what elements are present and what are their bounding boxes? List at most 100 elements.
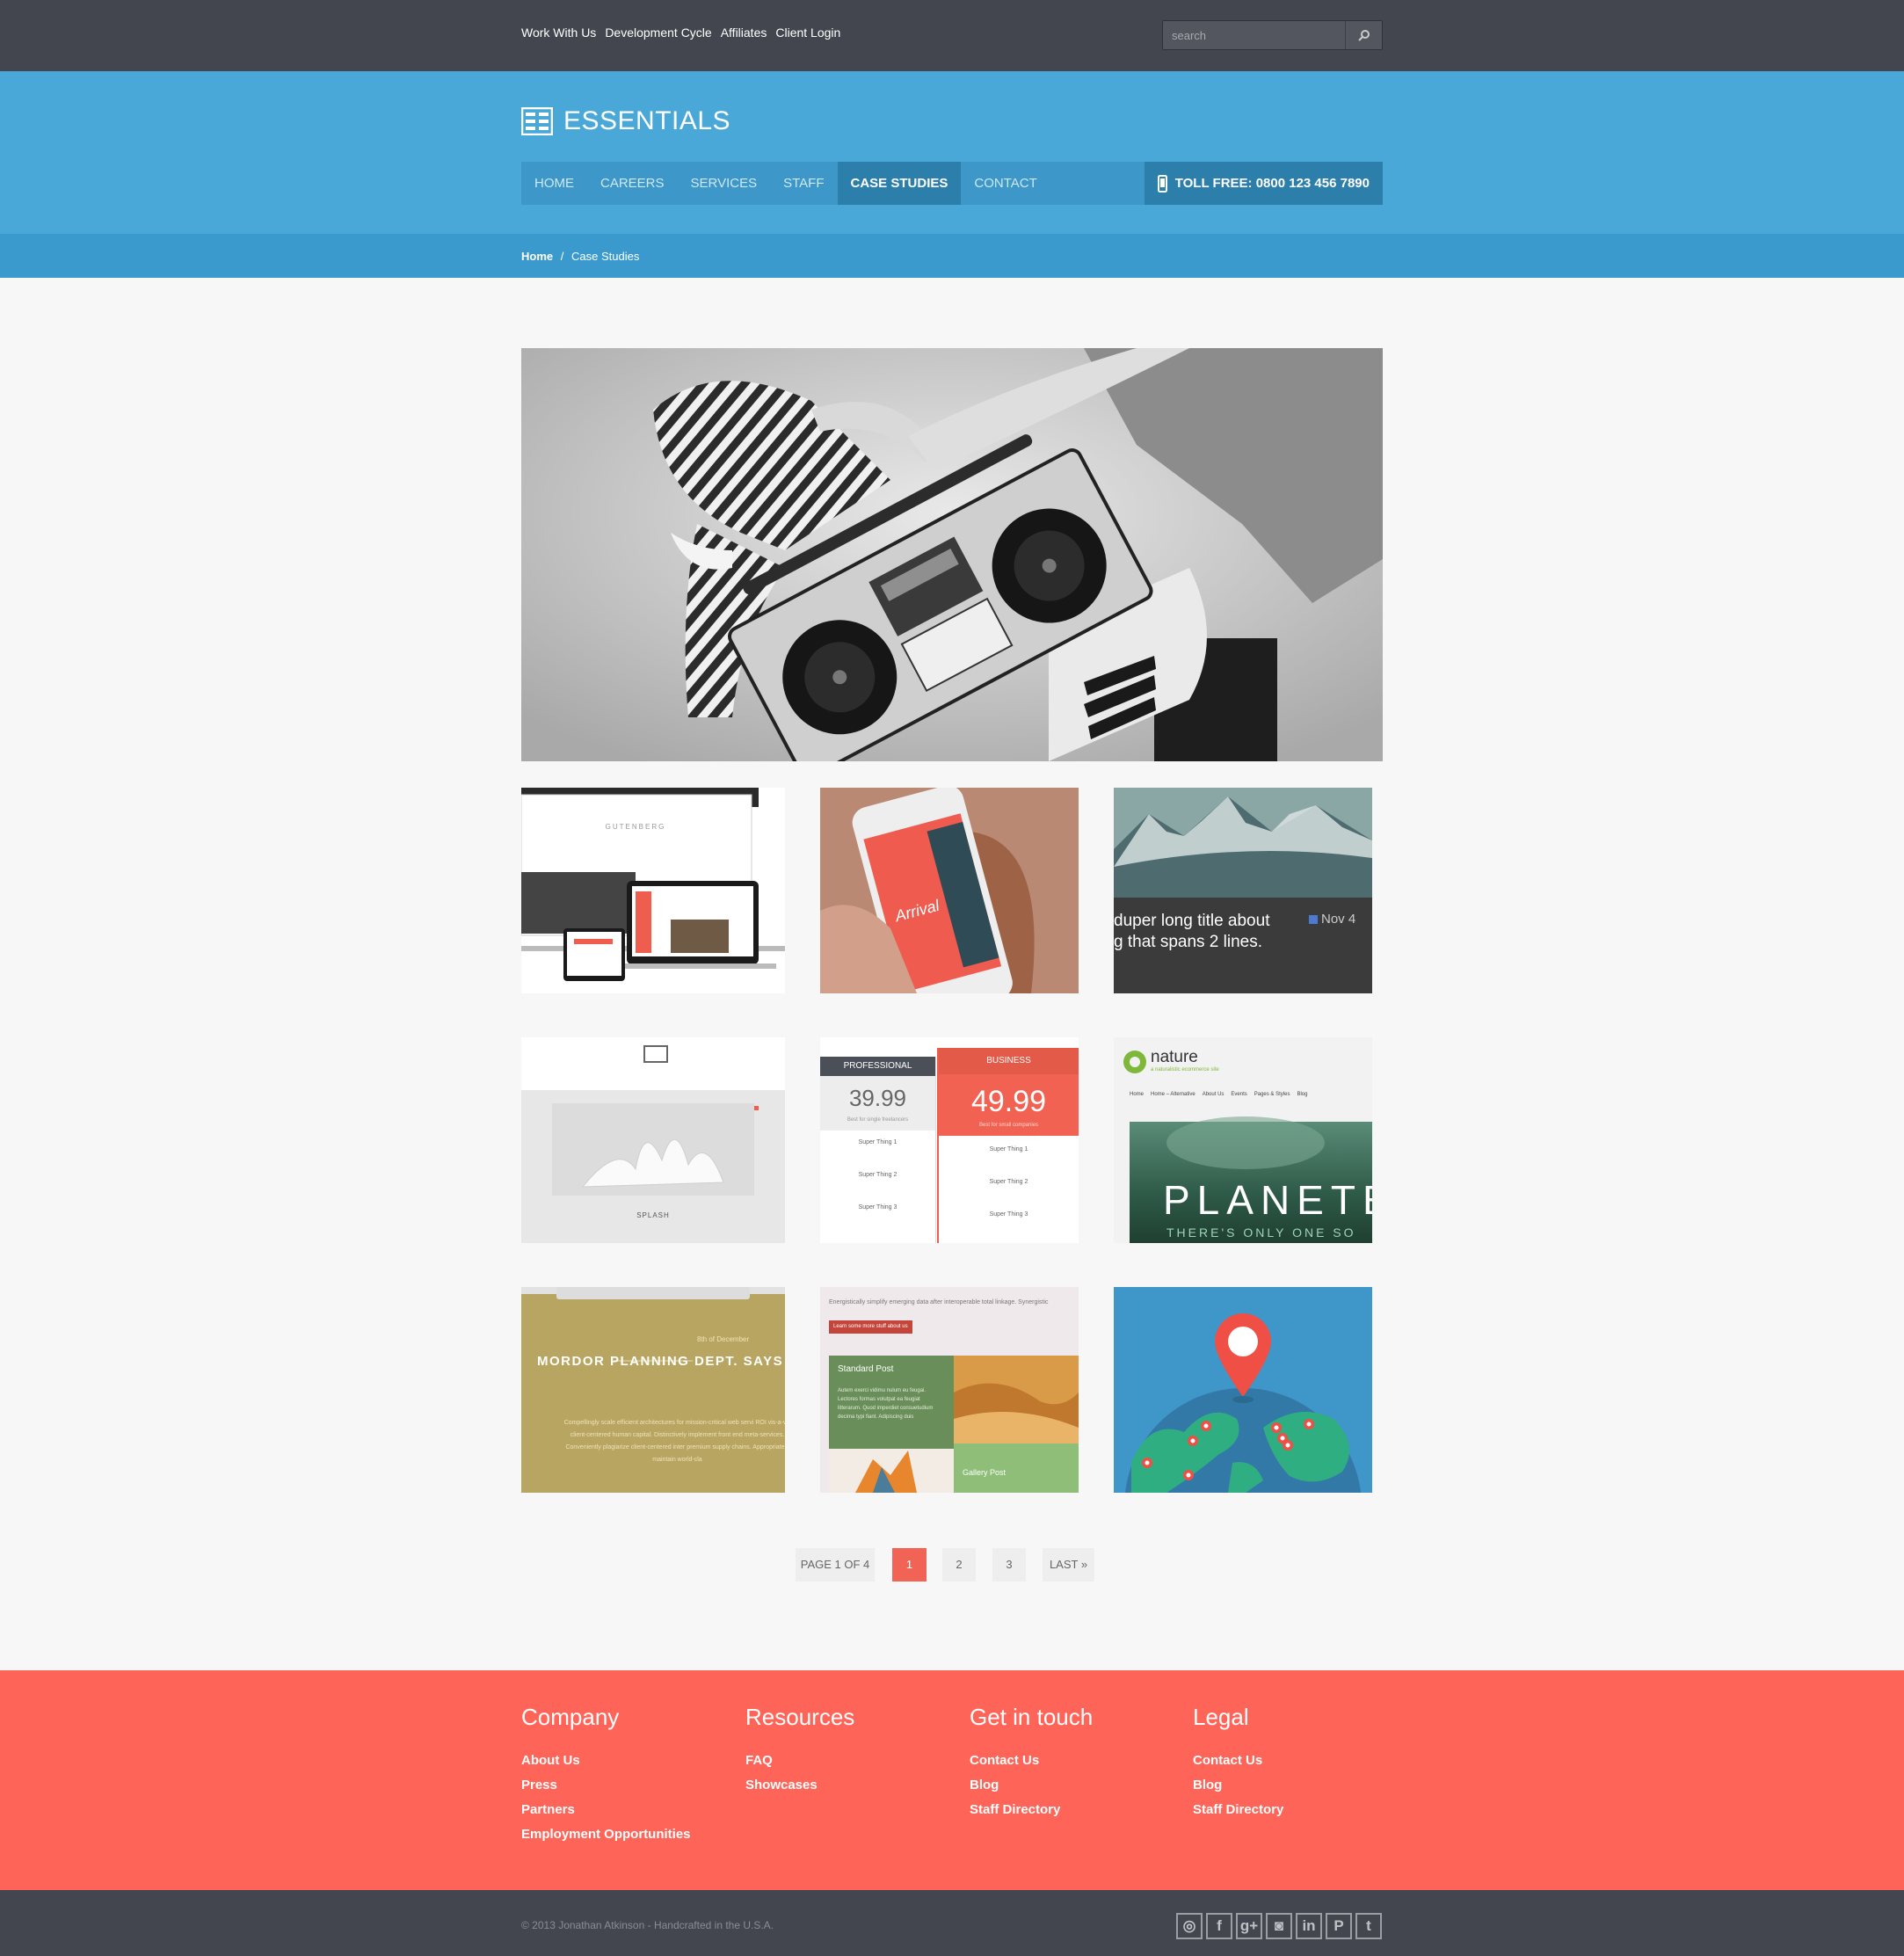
- breadcrumb-separator: /: [560, 250, 564, 263]
- footer-heading-get-in-touch: Get in touch: [970, 1704, 1094, 1730]
- page-1-button[interactable]: 1: [892, 1548, 927, 1582]
- nav-contact[interactable]: CONTACT: [961, 162, 1050, 205]
- footer-link-showcases[interactable]: Showcases: [745, 1773, 854, 1798]
- breadcrumb: Home / Case Studies: [521, 250, 639, 263]
- pricing-plan-business: BUSINESS 49.99 Best for small companies …: [937, 1048, 1079, 1243]
- breadcrumb-bar: Home / Case Studies: [0, 234, 1904, 278]
- footer-link-partners[interactable]: Partners: [521, 1798, 691, 1822]
- nature-menu: Home Home – Alternative About Us Events …: [1130, 1092, 1308, 1097]
- footer-legal-link-staff-directory[interactable]: Staff Directory: [1193, 1798, 1283, 1822]
- page-2-button[interactable]: 2: [942, 1548, 976, 1582]
- top-link-work-with-us[interactable]: Work With Us: [521, 25, 596, 40]
- search-button[interactable]: [1345, 21, 1382, 49]
- search-input[interactable]: [1163, 21, 1345, 49]
- nature-hero-sub: THERE'S ONLY ONE SO: [1166, 1225, 1356, 1240]
- page-3-button[interactable]: 3: [992, 1548, 1026, 1582]
- case-study-splash[interactable]: SPLASH: [521, 1037, 785, 1243]
- top-link-client-login[interactable]: Client Login: [775, 25, 840, 40]
- logo-icon: [521, 107, 553, 135]
- dribbble-icon[interactable]: ◎: [1176, 1913, 1203, 1939]
- nav-case-studies[interactable]: CASE STUDIES: [837, 162, 962, 205]
- nature-brand: nature: [1151, 1048, 1198, 1066]
- map-thumbnail: [1114, 1287, 1372, 1493]
- nav-careers[interactable]: CAREERS: [587, 162, 678, 205]
- mordor-body: Compellingly scale efficient architectur…: [563, 1420, 785, 1463]
- nature-hero-text: PLANETE: [1163, 1177, 1372, 1223]
- site-header: ESSENTIALS HOME CAREERS SERVICES STAFF C…: [0, 71, 1904, 234]
- pricing-plan-professional: PROFESSIONAL 39.99 Best for single freel…: [820, 1057, 936, 1243]
- mountain-date: Nov 4: [1321, 912, 1356, 927]
- blog-standard-post: Standard Post Autem exerci vidimu nulum …: [829, 1356, 954, 1449]
- facebook-icon[interactable]: f: [1206, 1913, 1232, 1939]
- instagram-icon[interactable]: ◙: [1266, 1913, 1292, 1939]
- business-price-box: 49.99 Best for small companies: [939, 1074, 1079, 1136]
- footer-column-get-in-touch: Get in touch Contact Us Blog Staff Direc…: [970, 1704, 1093, 1822]
- professional-price-box: 39.99 Best for single freelancers: [820, 1076, 935, 1131]
- breadcrumb-home[interactable]: Home: [521, 250, 553, 263]
- mordor-date: 8th of December: [697, 1335, 750, 1343]
- footer-column-company: Company About Us Press Partners Employme…: [521, 1704, 691, 1847]
- case-study-arrival[interactable]: Arrival: [820, 788, 1079, 993]
- google-plus-icon[interactable]: g+: [1236, 1913, 1262, 1939]
- top-bar: Work With Us Development Cycle Affiliate…: [0, 0, 1904, 71]
- footer-legal-link-blog[interactable]: Blog: [1193, 1773, 1283, 1798]
- page-last-button[interactable]: LAST »: [1043, 1548, 1094, 1582]
- case-study-mountain-blog[interactable]: duper long title about g that spans 2 li…: [1114, 788, 1372, 993]
- toll-free-phone[interactable]: TOLL FREE: 0800 123 456 7890: [1144, 162, 1383, 205]
- footer-legal-link-contact-us[interactable]: Contact Us: [1193, 1749, 1283, 1773]
- search-icon: [1357, 30, 1370, 41]
- logo-text: ESSENTIALS: [563, 106, 731, 135]
- case-study-pricing[interactable]: PROFESSIONAL 39.99 Best for single freel…: [820, 1037, 1079, 1243]
- copyright: © 2013 Jonathan Atkinson - Handcrafted i…: [521, 1919, 774, 1931]
- main-nav: HOME CAREERS SERVICES STAFF CASE STUDIES…: [521, 162, 1383, 205]
- case-study-nature[interactable]: nature a naturalistic ecommerce site Hom…: [1114, 1037, 1372, 1243]
- blog-intro: Energistically simplify emerging data af…: [829, 1299, 1049, 1305]
- linkedin-icon[interactable]: in: [1296, 1913, 1322, 1939]
- nav-services[interactable]: SERVICES: [678, 162, 771, 205]
- nav-home[interactable]: HOME: [521, 162, 587, 205]
- page-info: PAGE 1 OF 4: [796, 1548, 875, 1582]
- boombox-photo: [521, 348, 1383, 761]
- top-links: Work With Us Development Cycle Affiliate…: [521, 25, 840, 40]
- footer-link-staff-directory[interactable]: Staff Directory: [970, 1798, 1093, 1822]
- blog-gallery-post: Gallery Post: [963, 1468, 1007, 1477]
- footer-link-press[interactable]: Press: [521, 1773, 691, 1798]
- gutenberg-thumbnail: [521, 788, 785, 993]
- top-link-affiliates[interactable]: Affiliates: [721, 25, 767, 40]
- nav-staff[interactable]: STAFF: [770, 162, 837, 205]
- mobile-phone-icon: [1157, 174, 1167, 193]
- footer-link-blog[interactable]: Blog: [970, 1773, 1093, 1798]
- footer-heading-legal: Legal: [1193, 1704, 1249, 1730]
- footer-column-legal: Legal Contact Us Blog Staff Directory: [1193, 1704, 1283, 1822]
- footer-link-about-us[interactable]: About Us: [521, 1749, 691, 1773]
- hero-image[interactable]: [521, 348, 1383, 761]
- mordor-title: MORDOR PLANNING DEPT. SAYS NO: [537, 1354, 785, 1369]
- case-study-map[interactable]: [1114, 1287, 1372, 1493]
- pinterest-icon[interactable]: P: [1326, 1913, 1352, 1939]
- mountain-title: duper long title about g that spans 2 li…: [1114, 912, 1270, 951]
- top-link-development-cycle[interactable]: Development Cycle: [605, 25, 711, 40]
- site-logo[interactable]: ESSENTIALS: [521, 106, 730, 136]
- twitter-icon[interactable]: t: [1355, 1913, 1382, 1939]
- case-study-gutenberg[interactable]: GUTENBERG: [521, 788, 785, 993]
- gutenberg-brand: GUTENBERG: [605, 823, 666, 831]
- footer-link-employment[interactable]: Employment Opportunities: [521, 1822, 691, 1847]
- arrival-thumbnail: [820, 788, 1079, 993]
- footer-link-faq[interactable]: FAQ: [745, 1749, 854, 1773]
- footer-column-resources: Resources FAQ Showcases: [745, 1704, 854, 1798]
- search-box: [1162, 20, 1383, 50]
- splash-label: SPLASH: [636, 1211, 670, 1219]
- footer-link-contact-us[interactable]: Contact Us: [970, 1749, 1093, 1773]
- phone-label: TOLL FREE: 0800 123 456 7890: [1174, 176, 1370, 191]
- site-footer: Company About Us Press Partners Employme…: [0, 1670, 1904, 1890]
- footer-heading-resources: Resources: [745, 1704, 855, 1730]
- nature-tagline: a naturalistic ecommerce site: [1151, 1067, 1219, 1073]
- footer-heading-company: Company: [521, 1704, 620, 1730]
- bottom-bar: © 2013 Jonathan Atkinson - Handcrafted i…: [0, 1890, 1904, 1956]
- case-study-blog[interactable]: Energistically simplify emerging data af…: [820, 1287, 1079, 1493]
- mountain-thumbnail: [1114, 788, 1372, 993]
- social-links: ◎ f g+ ◙ in P t: [1176, 1913, 1382, 1939]
- case-study-mordor[interactable]: 8th of December MORDOR PLANNING DEPT. SA…: [521, 1287, 785, 1493]
- breadcrumb-current: Case Studies: [571, 250, 640, 263]
- blog-learn-button[interactable]: Learn some more stuff about us: [829, 1320, 912, 1334]
